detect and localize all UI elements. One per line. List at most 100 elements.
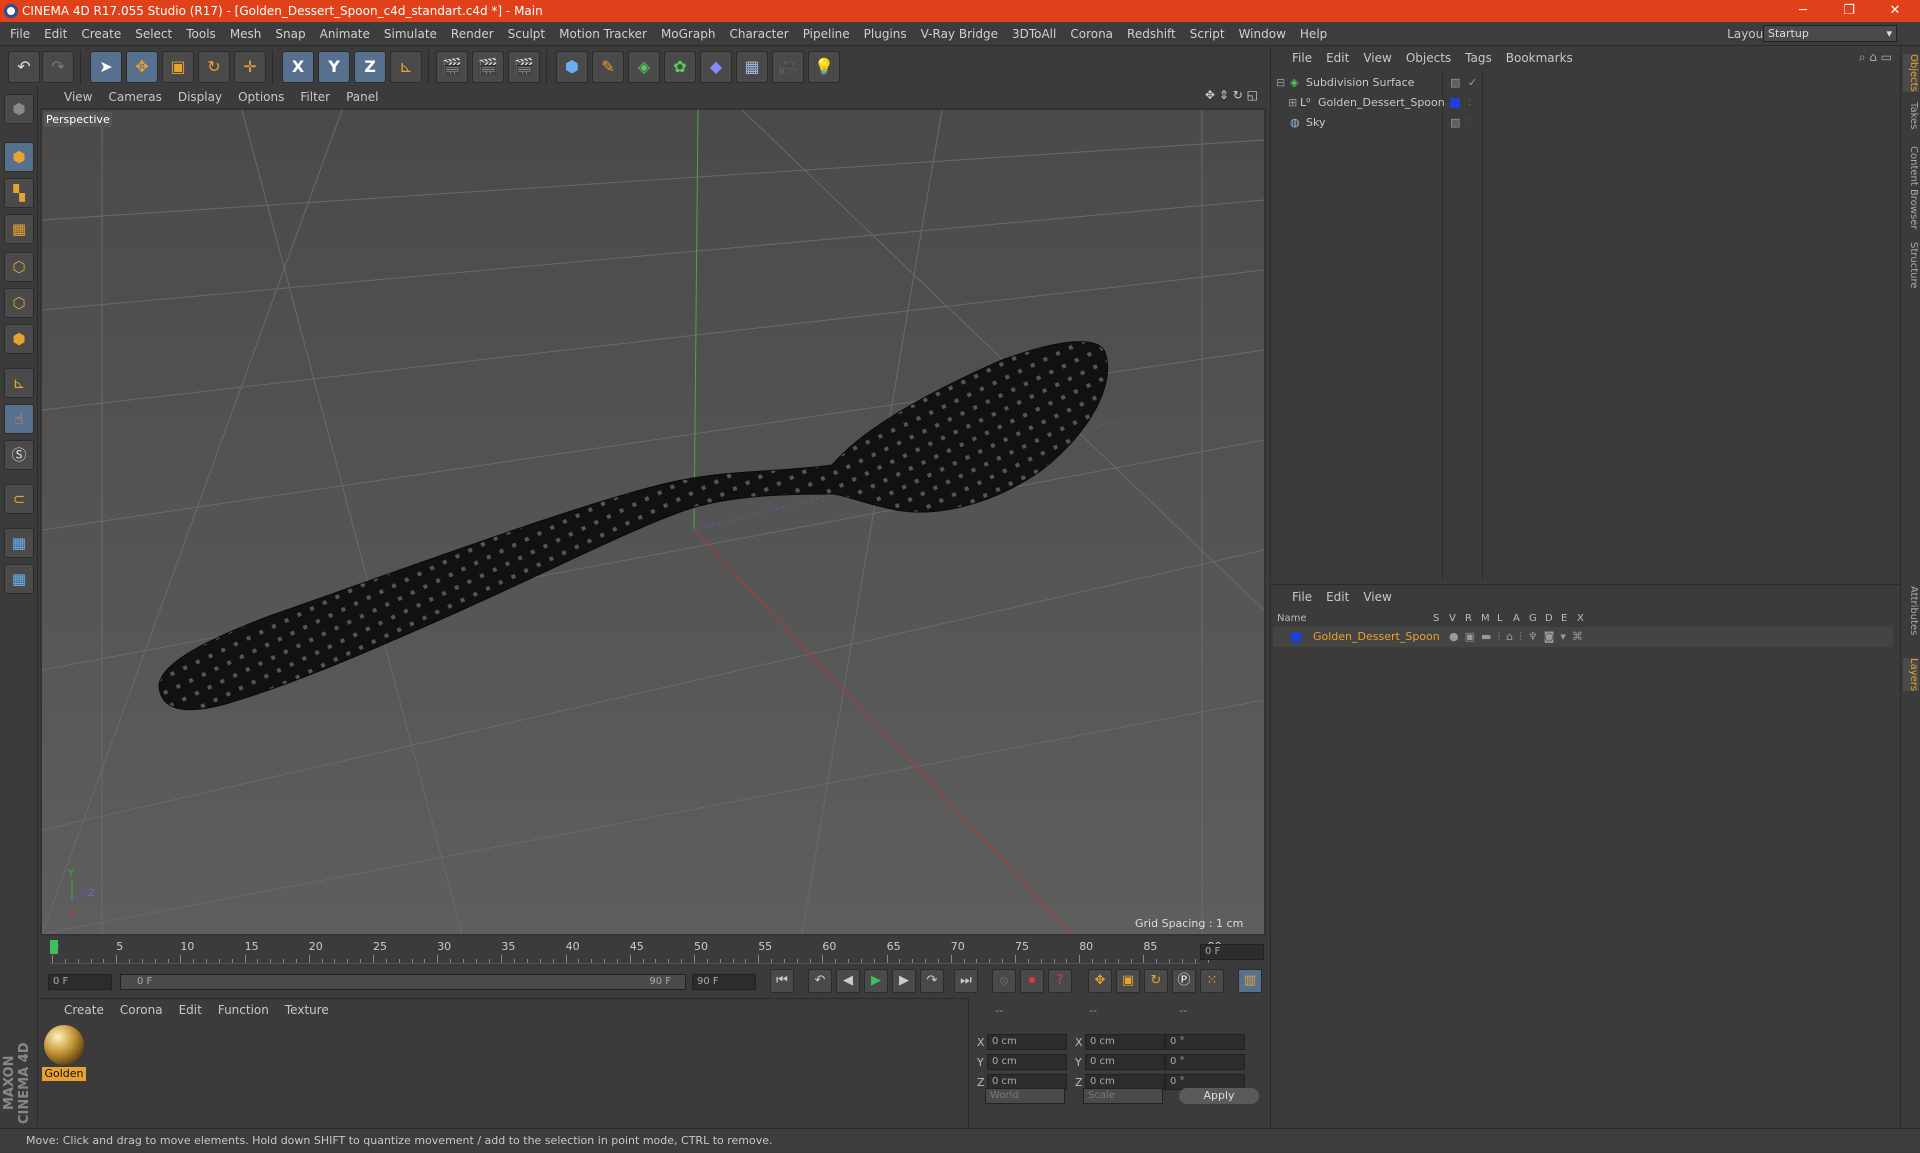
menu-corona[interactable]: Corona bbox=[1063, 22, 1120, 46]
material-item[interactable]: Golden bbox=[42, 1025, 86, 1081]
deformer-button[interactable]: ◆ bbox=[700, 51, 732, 83]
motion-record-button[interactable]: ⦸ bbox=[992, 969, 1016, 993]
key-pla-button[interactable]: ⁙ bbox=[1200, 969, 1224, 993]
pen-spline-button[interactable]: ✎ bbox=[592, 51, 624, 83]
layer-column-x[interactable]: X bbox=[1577, 613, 1584, 624]
move-tool-button[interactable]: ✥ bbox=[126, 51, 158, 83]
range-slider[interactable]: 0 F 90 F bbox=[120, 974, 686, 990]
viewport-menu-display[interactable]: Display bbox=[170, 86, 230, 108]
coord-size-field[interactable]: 0 cm bbox=[1085, 1034, 1165, 1050]
layer-column-g[interactable]: G bbox=[1529, 613, 1537, 624]
menu-mesh[interactable]: Mesh bbox=[223, 22, 269, 46]
key-position-button[interactable]: ✥ bbox=[1088, 969, 1112, 993]
coord-system-select[interactable]: World bbox=[985, 1088, 1065, 1104]
side-tab-objects[interactable]: Objects bbox=[1903, 54, 1919, 92]
x-axis-button[interactable]: X bbox=[282, 51, 314, 83]
coord-size-field[interactable]: 0 cm bbox=[1085, 1054, 1165, 1070]
key-parameter-button[interactable]: Ⓟ bbox=[1172, 969, 1196, 993]
side-tab-structure[interactable]: Structure bbox=[1903, 242, 1919, 289]
undo-button[interactable]: ↶ bbox=[8, 51, 40, 83]
viewport-menu-filter[interactable]: Filter bbox=[292, 86, 338, 108]
auto-keying-button[interactable]: ? bbox=[1048, 969, 1072, 993]
layer-color-swatch[interactable] bbox=[1291, 632, 1301, 642]
material-menu-function[interactable]: Function bbox=[210, 999, 277, 1021]
layer-column-r[interactable]: R bbox=[1465, 613, 1472, 624]
go-to-end-button[interactable]: ⏭ bbox=[954, 969, 978, 993]
polygons-mode-button[interactable]: ⬢ bbox=[4, 324, 34, 354]
next-frame-button[interactable]: ▶ bbox=[892, 969, 916, 993]
tweak-mode-button[interactable]: ☝ bbox=[4, 404, 34, 434]
y-axis-button[interactable]: Y bbox=[318, 51, 350, 83]
menu-render[interactable]: Render bbox=[444, 22, 501, 46]
menu-select[interactable]: Select bbox=[128, 22, 179, 46]
magnet-tool-button[interactable]: ⊂ bbox=[4, 484, 34, 514]
key-scale-button[interactable]: ▣ bbox=[1116, 969, 1140, 993]
menu-motion-tracker[interactable]: Motion Tracker bbox=[552, 22, 654, 46]
minimize-button[interactable]: ─ bbox=[1780, 0, 1826, 22]
axis-mode-button[interactable]: ⊾ bbox=[4, 368, 34, 398]
layer-column-s[interactable]: S bbox=[1433, 613, 1439, 624]
menu-animate[interactable]: Animate bbox=[313, 22, 377, 46]
menu-plugins[interactable]: Plugins bbox=[857, 22, 914, 46]
make-editable-button[interactable]: ⬢ bbox=[4, 94, 34, 124]
texture-mode-button[interactable]: ▚ bbox=[4, 178, 34, 208]
layer-menu-edit[interactable]: Edit bbox=[1319, 585, 1356, 609]
layer-column-d[interactable]: D bbox=[1545, 613, 1553, 624]
rotate-tool-button[interactable]: ↻ bbox=[198, 51, 230, 83]
object-menu-bookmarks[interactable]: Bookmarks bbox=[1499, 46, 1580, 70]
layer-menu-view[interactable]: View bbox=[1356, 585, 1398, 609]
menu-mograph[interactable]: MoGraph bbox=[654, 22, 723, 46]
viewport-nav-icons[interactable]: ✥ ⇕ ↻ ◱ bbox=[1205, 88, 1258, 102]
viewport-menu-view[interactable]: View bbox=[56, 86, 100, 108]
side-tab-takes[interactable]: Takes bbox=[1903, 102, 1919, 129]
layer-column-name[interactable]: Name bbox=[1277, 613, 1307, 624]
layer-column-l[interactable]: L bbox=[1497, 613, 1503, 624]
menu-v-ray-bridge[interactable]: V-Ray Bridge bbox=[914, 22, 1005, 46]
coord-position-field[interactable]: 0 cm bbox=[987, 1034, 1067, 1050]
edges-mode-button[interactable]: ⬡ bbox=[4, 288, 34, 318]
menu-script[interactable]: Script bbox=[1183, 22, 1232, 46]
object-menu-edit[interactable]: Edit bbox=[1319, 46, 1356, 70]
z-axis-button[interactable]: Z bbox=[354, 51, 386, 83]
menu-edit[interactable]: Edit bbox=[37, 22, 74, 46]
render-picture-viewer-button[interactable]: 🎬 bbox=[472, 51, 504, 83]
viewport-camera-label[interactable]: Perspective bbox=[44, 112, 112, 127]
viewport-menu-panel[interactable]: Panel bbox=[338, 86, 386, 108]
visibility-dots-icon[interactable]: ⁚ bbox=[1468, 93, 1471, 113]
light-button[interactable]: 💡 bbox=[808, 51, 840, 83]
render-settings-button[interactable]: 🎬 bbox=[508, 51, 540, 83]
layer-name[interactable]: Golden_Dessert_Spoon bbox=[1313, 627, 1440, 647]
object-menu-view[interactable]: View bbox=[1356, 46, 1398, 70]
check-icon[interactable]: ✓ bbox=[1468, 73, 1477, 93]
object-menu-tags[interactable]: Tags bbox=[1458, 46, 1499, 70]
material-menu-texture[interactable]: Texture bbox=[277, 999, 337, 1021]
material-menu-edit[interactable]: Edit bbox=[171, 999, 210, 1021]
object-menu-file[interactable]: File bbox=[1285, 46, 1319, 70]
menu-file[interactable]: File bbox=[3, 22, 37, 46]
redo-button[interactable]: ↷ bbox=[42, 51, 74, 83]
end-frame-field[interactable]: 90 F bbox=[692, 974, 756, 990]
next-key-button[interactable]: ↷ bbox=[920, 969, 944, 993]
render-view-button[interactable]: 🎬 bbox=[436, 51, 468, 83]
layer-column-v[interactable]: V bbox=[1449, 613, 1456, 624]
side-tab-attributes[interactable]: Attributes bbox=[1903, 586, 1919, 635]
side-tab-content-browser[interactable]: Content Browser bbox=[1903, 146, 1919, 229]
close-button[interactable]: ✕ bbox=[1872, 0, 1918, 22]
previous-key-button[interactable]: ↶ bbox=[808, 969, 832, 993]
layer-row[interactable]: Golden_Dessert_Spoon ●▣▬⫶⌂⫶♆◙▾⌘ bbox=[1273, 627, 1893, 647]
collapse-icon[interactable]: ⊟ bbox=[1276, 73, 1285, 93]
select-tool-button[interactable]: ➤ bbox=[90, 51, 122, 83]
object-row[interactable]: ◍ Sky ▨ ⁚ bbox=[1272, 113, 1898, 133]
visibility-dots-icon[interactable]: ⁚ bbox=[1468, 113, 1471, 133]
viewport-menu-cameras[interactable]: Cameras bbox=[100, 86, 169, 108]
timeline-window-button[interactable]: ▥ bbox=[1238, 969, 1262, 993]
subdivision-generator-button[interactable]: ◈ bbox=[628, 51, 660, 83]
menu-pipeline[interactable]: Pipeline bbox=[796, 22, 857, 46]
cube-primitive-button[interactable]: ⬢ bbox=[556, 51, 588, 83]
transform-tool-button[interactable]: ✛ bbox=[234, 51, 266, 83]
play-button[interactable]: ▶ bbox=[864, 969, 888, 993]
key-rotation-button[interactable]: ↻ bbox=[1144, 969, 1168, 993]
coordinate-system-button[interactable]: ⊾ bbox=[390, 51, 422, 83]
timeline-ruler[interactable]: 051015202530354045505560657075808590 0 F bbox=[40, 936, 1266, 966]
layer-column-a[interactable]: A bbox=[1513, 613, 1520, 624]
